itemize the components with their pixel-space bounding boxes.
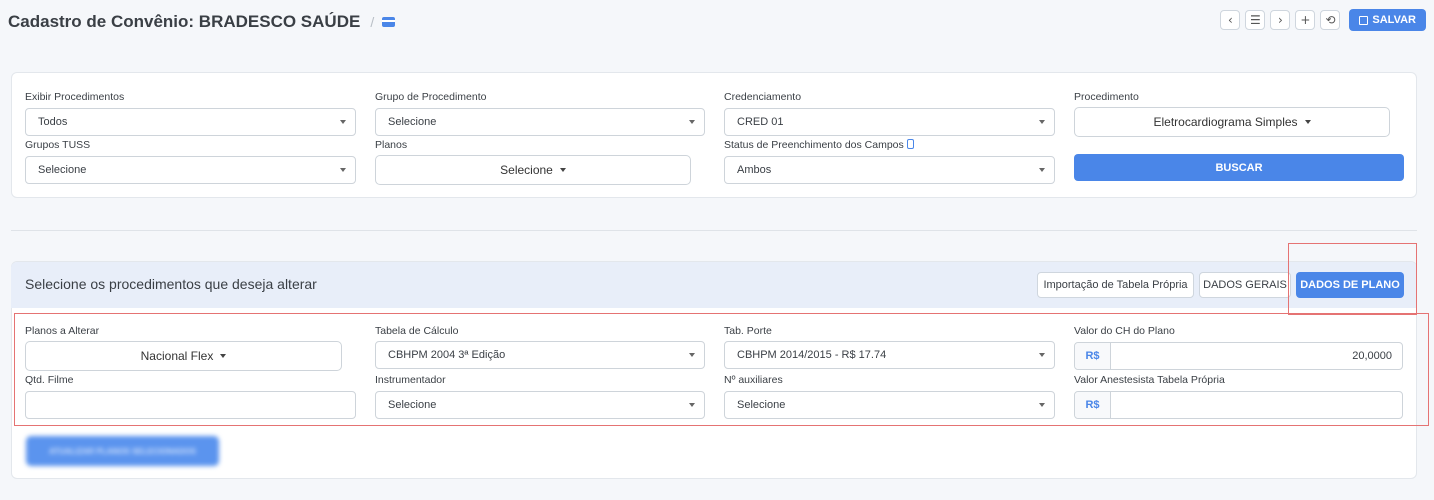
exibir-label: Exibir Procedimentos [25, 91, 125, 103]
valor-anest-value [1111, 392, 1402, 418]
grupo-proc-label: Grupo de Procedimento [375, 91, 487, 103]
status-value: Ambos [737, 164, 772, 176]
valor-anest-label: Valor Anestesista Tabela Própria [1074, 374, 1225, 386]
auxiliares-value: Selecione [737, 399, 786, 411]
tabela-calculo-select[interactable]: CBHPM 2004 3ª Edição [375, 341, 705, 369]
qtd-filme-input[interactable] [25, 391, 356, 419]
planos-multiselect[interactable]: Selecione [375, 155, 691, 185]
credenciamento-label: Credenciamento [724, 91, 802, 103]
list-button[interactable]: ☰ [1245, 10, 1266, 30]
procedimento-label: Procedimento [1074, 91, 1139, 103]
planos-value: Selecione [500, 163, 553, 177]
grupo-proc-value: Selecione [388, 116, 437, 128]
save-disk-icon [1359, 15, 1369, 25]
currency-prefix: R$ [1075, 392, 1111, 418]
apply-plans-button[interactable]: ATUALIZAR PLANOS SELECIONADOS [26, 436, 219, 466]
history-button[interactable]: ⟲ [1320, 10, 1341, 30]
add-button[interactable]: + [1295, 10, 1316, 30]
status-label-text: Status de Preenchimento dos Campos [724, 139, 904, 151]
chevron-down-icon [1039, 168, 1045, 172]
chevron-down-icon [1039, 120, 1045, 124]
chevron-down-icon [689, 403, 695, 407]
search-button[interactable]: BUSCAR [1074, 154, 1404, 181]
credenciamento-select[interactable]: CRED 01 [724, 108, 1055, 136]
procedimento-multiselect[interactable]: Eletrocardiograma Simples [1074, 107, 1390, 137]
grupo-proc-select[interactable]: Selecione [375, 108, 705, 136]
grupos-tuss-value: Selecione [38, 164, 87, 176]
status-label: Status de Preenchimento dos Campos [724, 139, 914, 151]
grupos-tuss-select[interactable]: Selecione [25, 156, 356, 184]
procedures-title: Selecione os procedimentos que deseja al… [25, 276, 317, 292]
tab-porte-value: CBHPM 2014/2015 - R$ 17.74 [737, 349, 887, 361]
exibir-value: Todos [38, 116, 68, 128]
info-icon[interactable] [906, 139, 914, 149]
chevron-down-icon [1039, 403, 1045, 407]
exibir-select[interactable]: Todos [25, 108, 356, 136]
chevron-down-icon [220, 354, 227, 358]
instrumentador-label: Instrumentador [375, 374, 446, 386]
auxiliares-select[interactable]: Selecione [724, 391, 1055, 419]
chevron-down-icon [1039, 353, 1045, 357]
chevron-down-icon [1304, 120, 1311, 124]
save-button[interactable]: SALVAR [1349, 9, 1426, 31]
import-table-button[interactable]: Importação de Tabela Própria [1037, 272, 1194, 298]
previous-button[interactable]: ‹ [1220, 10, 1241, 30]
tab-porte-label: Tab. Porte [724, 325, 772, 337]
plan-data-button[interactable]: DADOS DE PLANO [1296, 272, 1404, 298]
title-separator: / [370, 14, 375, 30]
planos-alterar-value: Nacional Flex [140, 349, 214, 363]
chevron-down-icon [340, 120, 346, 124]
valor-ch-label: Valor do CH do Plano [1074, 325, 1175, 337]
toolbar: ‹ ☰ › + ⟲ SALVAR [1220, 9, 1426, 31]
valor-anest-input[interactable]: R$ [1074, 391, 1403, 419]
currency-prefix: R$ [1075, 343, 1111, 369]
card-icon[interactable] [382, 17, 396, 27]
planos-alterar-multiselect[interactable]: Nacional Flex [25, 341, 342, 371]
chevron-down-icon [340, 168, 346, 172]
planos-label: Planos [375, 139, 408, 151]
divider [11, 230, 1417, 231]
valor-ch-value: 20,0000 [1352, 350, 1392, 362]
tab-porte-select[interactable]: CBHPM 2014/2015 - R$ 17.74 [724, 341, 1055, 369]
chevron-down-icon [559, 168, 566, 172]
procedimento-value: Eletrocardiograma Simples [1153, 115, 1298, 129]
chevron-down-icon [689, 353, 695, 357]
general-data-button[interactable]: DADOS GERAIS [1199, 272, 1291, 298]
status-select[interactable]: Ambos [724, 156, 1055, 184]
next-button[interactable]: › [1270, 10, 1291, 30]
planos-alterar-label: Planos a Alterar [25, 325, 100, 337]
save-label: SALVAR [1372, 14, 1416, 26]
page-title: Cadastro de Convênio: BRADESCO SAÚDE / [8, 12, 396, 32]
valor-ch-input[interactable]: R$ 20,0000 [1074, 342, 1403, 370]
instrumentador-select[interactable]: Selecione [375, 391, 705, 419]
instrumentador-value: Selecione [388, 399, 437, 411]
auxiliares-label: Nº auxiliares [724, 374, 783, 386]
tabela-calculo-value: CBHPM 2004 3ª Edição [388, 349, 506, 361]
grupos-tuss-label: Grupos TUSS [25, 139, 91, 151]
page-title-text: Cadastro de Convênio: BRADESCO SAÚDE [8, 12, 361, 31]
credenciamento-value: CRED 01 [737, 116, 784, 128]
tabela-calculo-label: Tabela de Cálculo [375, 325, 459, 337]
qtd-filme-label: Qtd. Filme [25, 374, 74, 386]
chevron-down-icon [689, 120, 695, 124]
